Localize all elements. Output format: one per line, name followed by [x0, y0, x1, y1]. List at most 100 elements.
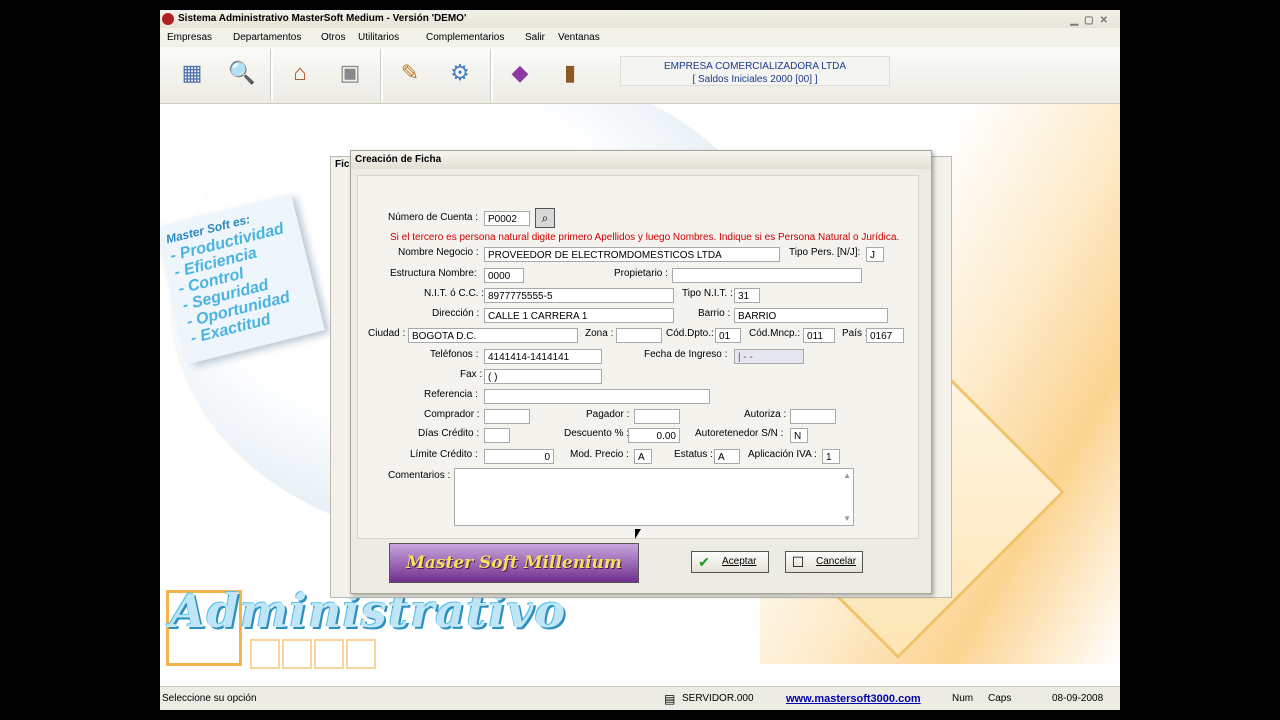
status-message: Seleccione su opción	[162, 693, 257, 704]
home-icon[interactable]: ⌂	[282, 55, 318, 91]
dias-credito-label: Días Crédito :	[418, 428, 480, 439]
propietario-field[interactable]	[672, 268, 862, 283]
autoretenedor-field[interactable]: N	[790, 428, 808, 443]
fecha-ingreso-label: Fecha de Ingreso :	[644, 349, 728, 360]
safe-icon[interactable]: ▣	[332, 55, 368, 91]
website-link[interactable]: www.mastersoft3000.com	[786, 687, 921, 710]
toolbar-separator	[380, 49, 383, 101]
zona-field[interactable]	[616, 328, 662, 343]
comentarios-textarea[interactable]: ▲ ▼	[454, 468, 854, 526]
server-icon: ▤	[664, 692, 676, 706]
comentarios-label: Comentarios :	[388, 470, 451, 481]
menu-salir[interactable]: Salir	[525, 28, 545, 47]
ciudad-field[interactable]: BOGOTA D.C.	[408, 328, 578, 343]
comprador-label: Comprador :	[424, 409, 480, 420]
brand-square	[346, 639, 376, 669]
comprador-field[interactable]	[484, 409, 530, 424]
menu-empresas[interactable]: Empresas	[167, 28, 212, 47]
aplicacion-iva-label: Aplicación IVA :	[748, 449, 817, 460]
barrio-field[interactable]: BARRIO	[734, 308, 888, 323]
descuento-label: Descuento % :	[564, 428, 630, 439]
tools-icon[interactable]: ✎	[392, 55, 428, 91]
autoretenedor-label: Autoretenedor S/N :	[695, 428, 784, 439]
company-name: EMPRESA COMERCIALIZADORA LTDA	[663, 61, 847, 72]
fax-label: Fax :	[460, 369, 483, 380]
direccion-label: Dirección :	[432, 308, 480, 319]
zona-label: Zona :	[585, 328, 614, 339]
exit-door-icon[interactable]: ▮	[552, 55, 588, 91]
telefonos-field[interactable]: 4141414-1414141	[484, 349, 602, 364]
brand-square	[250, 639, 280, 669]
form-panel: Número de Cuenta : P0002 ⌕ Si el tercero…	[357, 175, 919, 539]
referencia-label: Referencia :	[424, 389, 478, 400]
cod-dpto-field[interactable]: 01	[715, 328, 741, 343]
aceptar-button[interactable]: ✔ Aceptar	[691, 551, 769, 573]
warning-text: Si el tercero es persona natural digite …	[390, 232, 900, 243]
numero-cuenta-field[interactable]: P0002	[484, 211, 530, 226]
dias-credito-field[interactable]	[484, 428, 510, 443]
cod-mncp-field[interactable]: 011	[803, 328, 835, 343]
referencia-field[interactable]	[484, 389, 710, 404]
pagador-label: Pagador :	[586, 409, 630, 420]
brand-square	[314, 639, 344, 669]
limite-credito-label: Límite Crédito :	[410, 449, 478, 460]
checkmark-icon: ✔	[698, 554, 710, 570]
descuento-field[interactable]: 0.00	[628, 428, 680, 443]
telefonos-label: Teléfonos :	[430, 349, 479, 360]
direccion-field[interactable]: CALLE 1 CARRERA 1	[484, 308, 674, 323]
dialog-title: Creación de Ficha	[351, 151, 931, 169]
fax-field[interactable]: ( )	[484, 369, 602, 384]
mastersoft-millenium-logo: Master Soft Millenium	[389, 543, 639, 583]
title-bar: Sistema Administrativo MasterSoft Medium…	[160, 10, 1120, 28]
brand-square	[282, 639, 312, 669]
mod-precio-field[interactable]: A	[634, 449, 652, 464]
app-icon	[162, 13, 174, 25]
fecha-ingreso-field[interactable]: | - -	[734, 349, 804, 364]
cancel-icon: ☐	[791, 554, 805, 570]
cod-mncp-label: Cód.Mncp.:	[749, 328, 801, 339]
nombre-negocio-label: Nombre Negocio :	[398, 247, 479, 258]
app-window: Sistema Administrativo MasterSoft Medium…	[160, 10, 1120, 710]
status-date: 08-09-2008	[1052, 693, 1104, 704]
nombre-negocio-field[interactable]: PROVEEDOR DE ELECTROMDOMESTICOS LTDA	[484, 247, 780, 262]
estructura-nombre-label: Estructura Nombre:	[390, 268, 477, 279]
lookup-icon[interactable]: ⌕	[535, 208, 555, 228]
ciudad-label: Ciudad :	[368, 328, 406, 339]
menu-otros[interactable]: Otros	[321, 28, 345, 47]
cancelar-button[interactable]: ☐ Cancelar	[785, 551, 863, 573]
pagador-field[interactable]	[634, 409, 680, 424]
menu-complementarios[interactable]: Complementarios	[426, 28, 504, 47]
mod-precio-label: Mod. Precio :	[570, 449, 629, 460]
nit-field[interactable]: 8977775555-5	[484, 288, 674, 303]
limite-credito-field[interactable]: 0	[484, 449, 554, 464]
scroll-down-icon[interactable]: ▼	[843, 514, 851, 523]
menu-departamentos[interactable]: Departamentos	[233, 28, 301, 47]
cod-dpto-label: Cód.Dpto.:	[666, 328, 714, 339]
company-info: EMPRESA COMERCIALIZADORA LTDA [ Saldos I…	[620, 56, 890, 86]
background-window-title: Fic	[335, 159, 350, 170]
company-period: [ Saldos Iniciales 2000 [00] ]	[692, 74, 818, 85]
caps-indicator: Caps	[988, 693, 1012, 704]
scroll-up-icon[interactable]: ▲	[843, 471, 851, 480]
estatus-field[interactable]: A	[714, 449, 740, 464]
estructura-nombre-field[interactable]: 0000	[484, 268, 524, 283]
aplicacion-iva-field[interactable]: 1	[822, 449, 840, 464]
tipo-pers-field[interactable]: J	[866, 247, 884, 262]
book-icon[interactable]: ◆	[502, 55, 538, 91]
settings-icon[interactable]: ⚙	[442, 55, 478, 91]
tipo-nit-field[interactable]: 31	[734, 288, 760, 303]
barrio-label: Barrio :	[698, 308, 731, 319]
tipo-nit-label: Tipo N.I.T. :	[682, 288, 733, 299]
pais-label: País :	[842, 328, 868, 339]
search-icon[interactable]: 🔍	[224, 55, 260, 91]
creacion-ficha-dialog: Creación de Ficha Número de Cuenta : P00…	[350, 150, 932, 594]
menu-utilitarios[interactable]: Utilitarios	[358, 28, 399, 47]
autoriza-field[interactable]	[790, 409, 836, 424]
num-indicator: Num	[952, 693, 974, 704]
pais-field[interactable]: 0167	[866, 328, 904, 343]
cancelar-label: Cancelar	[816, 556, 857, 567]
menu-ventanas[interactable]: Ventanas	[558, 28, 600, 47]
numero-cuenta-label: Número de Cuenta :	[388, 212, 479, 223]
nit-label: N.I.T. ó C.C. :	[424, 288, 485, 299]
calculator-icon[interactable]: ▦	[174, 55, 210, 91]
